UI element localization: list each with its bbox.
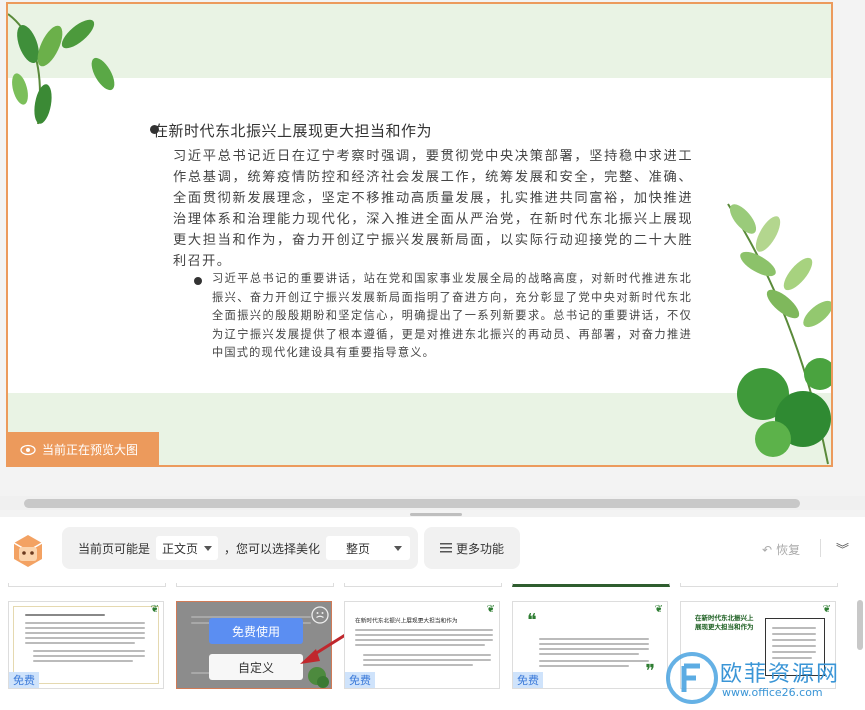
scope-dropdown[interactable]: 整页 [326,536,411,560]
menu-icon [439,543,452,553]
prev-row-card[interactable] [8,583,166,587]
leaf-icon: ❦ [654,604,663,615]
prev-row-card[interactable] [344,583,502,587]
collapse-chevron-icon[interactable]: ︾ [836,539,849,558]
prev-row-card[interactable] [512,583,670,587]
free-tag: 免费 [513,672,543,688]
more-features-button[interactable]: 更多功能 [424,527,520,569]
template-card-1[interactable]: ❦ 免费 [8,601,164,689]
quote-close-icon: ❞ [645,661,655,682]
office-logo-icon [666,652,718,704]
free-tag: 免费 [9,672,39,688]
horizontal-scrollbar[interactable] [0,496,865,510]
use-free-button[interactable]: 免费使用 [209,618,303,644]
free-tag: 免费 [345,672,375,688]
page-type-prefix: 当前页可能是 [78,541,151,556]
leaf-decoration-right [727,203,831,465]
site-watermark: 欧菲资源网 www.office26.com [664,650,864,710]
eye-icon [20,444,36,455]
leaf-icon: ❦ [822,604,831,615]
preview-badge: 当前正在预览大图 [6,432,159,467]
mascot-icon[interactable] [8,529,48,569]
page-type-value: 正文页 [162,541,199,556]
restore-label: 恢复 [776,543,801,557]
slide-top-band [8,4,831,78]
card-title: 在新时代东北振兴上展现更大担当和作为 [355,617,458,625]
page-type-dropdown[interactable]: 正文页 [156,536,219,560]
template-card-4[interactable]: ❝ ❞ ❦ 免费 [512,601,668,689]
chevron-down-icon [204,545,213,551]
leaf-icon: ❦ [150,604,159,615]
prev-row-card[interactable] [176,583,334,587]
chevron-down-icon [394,545,403,551]
leaf-decoration-top-left [8,13,115,125]
vertical-scrollbar[interactable] [857,600,863,650]
sub-bullet [194,277,202,285]
scrollbar-thumb[interactable] [24,499,800,508]
preview-badge-label: 当前正在预览大图 [42,443,139,457]
watermark-name: 欧菲资源网 [720,662,841,687]
restore-button[interactable]: ↶ 恢复 [762,541,800,558]
slide-preview: 在新时代东北振兴上展现更大担当和作为 习近平总书记近日在辽宁考察时强调，要贯彻党… [6,2,833,467]
slide-subparagraph: 习近平总书记的重要讲话，站在党和国家事业发展全局的战略高度，对新时代推进东北振兴… [212,272,692,359]
more-features-label: 更多功能 [455,541,504,556]
slide-heading: 在新时代东北振兴上展现更大担当和作为 [153,122,433,140]
prev-row-card[interactable] [680,583,838,587]
card-title: 在新时代东北振兴上展现更大担当和作为 [695,614,754,631]
quote-open-icon: ❝ [527,610,537,631]
divider [820,539,821,557]
slide-paragraph: 习近平总书记近日在辽宁考察时强调，要贯彻党中央决策部署，坚持稳中求进工作总基调，… [173,149,693,269]
template-card-3[interactable]: 在新时代东北振兴上展现更大担当和作为 ❦ 免费 [344,601,500,689]
undo-icon: ↶ [762,542,773,557]
resize-grip[interactable] [410,513,462,516]
beautify-options-pill: 当前页可能是 正文页 ，您可以选择美化 整页 [62,527,418,569]
customize-button[interactable]: 自定义 [209,654,303,680]
beautify-middle-text: ，您可以选择美化 [224,541,321,556]
watermark-url: www.office26.com [722,686,823,699]
beautify-toolbar: 当前页可能是 正文页 ，您可以选择美化 整页 更多功能 ↶ 恢复 ︾ [0,517,865,583]
scope-value: 整页 [346,541,371,556]
leaf-icon: ❦ [486,604,495,615]
